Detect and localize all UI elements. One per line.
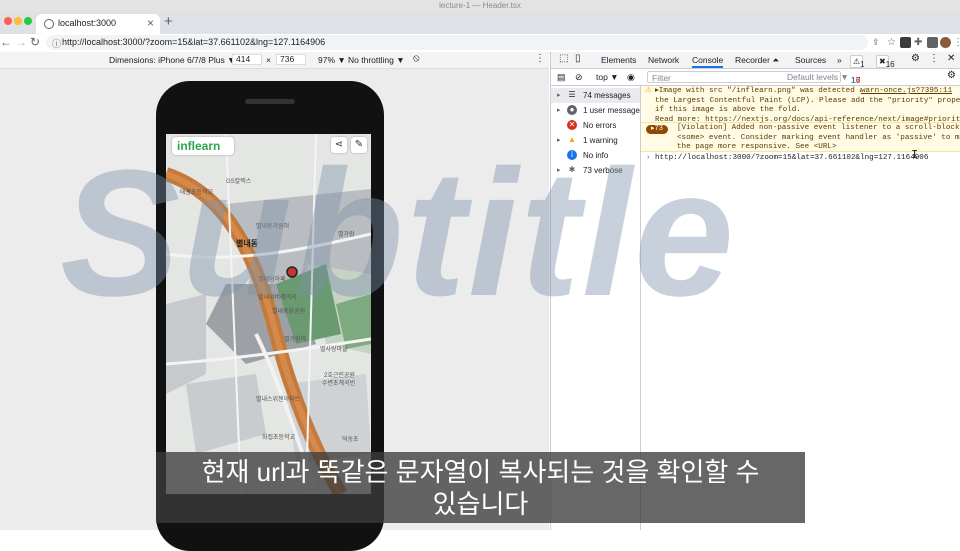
filter-placeholder: Filter <box>652 73 671 83</box>
devtools-menu-icon[interactable]: ⋮ <box>929 53 939 64</box>
extension-icon[interactable] <box>900 37 911 48</box>
close-window-button[interactable] <box>4 17 12 25</box>
device-more-icon[interactable]: ⋮ <box>535 53 545 64</box>
browser-tab[interactable]: localhost:3000 × <box>36 14 160 34</box>
tab-strip: localhost:3000 × + <box>0 12 960 34</box>
device-dimensions-select[interactable]: Dimensions: iPhone 6/7/8 Plus ▼ <box>109 55 236 65</box>
eye-icon[interactable]: ◉ <box>627 72 635 83</box>
tab-console[interactable]: Console <box>692 55 724 68</box>
globe-icon <box>44 19 54 29</box>
console-warning-message[interactable]: ⚠ ▸Image with src "/inflearn.png" was de… <box>641 86 960 124</box>
expand-icon: ▸ <box>557 92 561 99</box>
minimize-window-button[interactable] <box>14 17 22 25</box>
zoom-window-button[interactable] <box>24 17 32 25</box>
info-icon[interactable]: ⓘ <box>52 37 61 50</box>
close-tab-icon[interactable]: × <box>147 16 154 30</box>
more-tabs-button[interactable]: » <box>837 55 842 65</box>
tab-sources[interactable]: Sources <box>795 55 826 65</box>
sidebar-item-user-messages[interactable]: ▸ ● 1 user message <box>551 103 640 118</box>
map-label: 별내스위첸아파트 <box>256 397 301 403</box>
map-label: 수변초계곡빈 <box>322 381 356 387</box>
watermark-text: Subtitle <box>60 133 736 334</box>
device-height-input[interactable]: 736 <box>276 54 306 65</box>
device-width-input[interactable]: 414 <box>232 54 262 65</box>
device-toolbar: Dimensions: iPhone 6/7/8 Plus ▼ 414 × 73… <box>0 52 549 69</box>
bookmark-star-icon[interactable]: ☆ <box>887 37 898 48</box>
forward-button[interactable]: → <box>15 35 27 49</box>
menu-kebab-icon[interactable]: ⋮ <box>953 37 960 48</box>
sidebar-item-messages[interactable]: ▸ ☰ 74 messages <box>551 88 640 103</box>
clear-console-icon[interactable]: ⊘ <box>575 72 583 83</box>
console-toolbar: ▤ ⊘ top ▼ ◉ Filter Default levels ▼ 17 I… <box>551 69 960 95</box>
back-button[interactable]: ← <box>0 35 12 49</box>
reload-button[interactable]: ↻ <box>30 35 40 49</box>
warning-badge[interactable]: ⚠ 1 <box>850 55 865 69</box>
close-devtools-icon[interactable]: ✕ <box>947 53 955 64</box>
zoom-select[interactable]: 97% ▼ <box>318 55 346 65</box>
expand-icon: ▸ <box>557 107 561 114</box>
map-label: 화접초등학교 <box>262 435 296 441</box>
list-icon: ☰ <box>568 90 576 99</box>
puzzle-icon[interactable]: ✚ <box>914 37 925 48</box>
subtitle-line-1: 현재 url과 똑같은 문자열이 복사되는 것을 확인할 수 <box>201 457 760 487</box>
window-titlebar: lecture-1 — Header.tsx <box>0 0 960 12</box>
address-bar[interactable]: ⓘ http://localhost:3000/?zoom=15&lat=37.… <box>46 35 868 50</box>
sidebar-item-label: 74 messages <box>583 91 631 100</box>
user-icon: ● <box>567 105 577 115</box>
subtitle-line-2: 있습니다 <box>432 489 529 519</box>
phone-speaker <box>245 99 295 104</box>
text-cursor-icon: I <box>911 148 919 162</box>
error-badge[interactable]: ✖ 16 <box>876 55 895 69</box>
throttle-select[interactable]: No throttling ▼ <box>348 55 405 65</box>
tab-recorder[interactable]: Recorder ⏶ <box>735 55 779 66</box>
warning-icon: ⚠ <box>645 87 652 95</box>
avatar[interactable] <box>940 37 951 48</box>
browser-toolbar: ← → ↻ ⓘ http://localhost:3000/?zoom=15&l… <box>0 34 960 53</box>
error-icon: ✕ <box>567 120 577 130</box>
map-label: 별사랑마을 <box>320 347 348 353</box>
sidebar-toggle-icon[interactable]: ▤ <box>557 72 566 83</box>
settings-gear-icon[interactable]: ⚙ <box>911 53 920 64</box>
device-toggle-icon[interactable]: ▯ <box>575 53 581 64</box>
console-settings-icon[interactable]: ⚙ <box>947 70 956 81</box>
new-tab-button[interactable]: + <box>164 13 173 30</box>
tab-elements[interactable]: Elements <box>601 55 636 65</box>
rotate-icon[interactable]: ⦸ <box>413 53 420 64</box>
sidebar-item-label: 1 user message <box>583 106 640 115</box>
sidebar-item-label: No errors <box>583 121 617 130</box>
times-label: × <box>266 55 271 65</box>
inspect-icon[interactable]: ⬚ <box>559 53 568 64</box>
context-select[interactable]: top ▼ <box>596 72 619 82</box>
share-page-icon[interactable]: ⇪ <box>872 37 883 48</box>
issues-info-count: 1 <box>851 75 856 85</box>
map-label: 덕송초 <box>342 437 359 443</box>
tab-title: localhost:3000 <box>58 18 117 28</box>
video-subtitle: 현재 url과 똑같은 문자열이 복사되는 것을 확인할 수 있습니다 <box>156 452 805 523</box>
sidepanel-icon[interactable] <box>927 37 938 48</box>
warning-source-link[interactable]: warn-once.js?7395:11 <box>861 87 953 97</box>
tab-network[interactable]: Network <box>648 55 679 65</box>
devtools-tabbar: ⬚ ▯ Elements Network Console Recorder ⏶ … <box>551 52 960 69</box>
levels-select[interactable]: Default levels ▼ <box>787 72 849 82</box>
address-url: http://localhost:3000/?zoom=15&lat=37.66… <box>62 37 326 47</box>
window-title: lecture-1 — Header.tsx <box>439 1 521 10</box>
